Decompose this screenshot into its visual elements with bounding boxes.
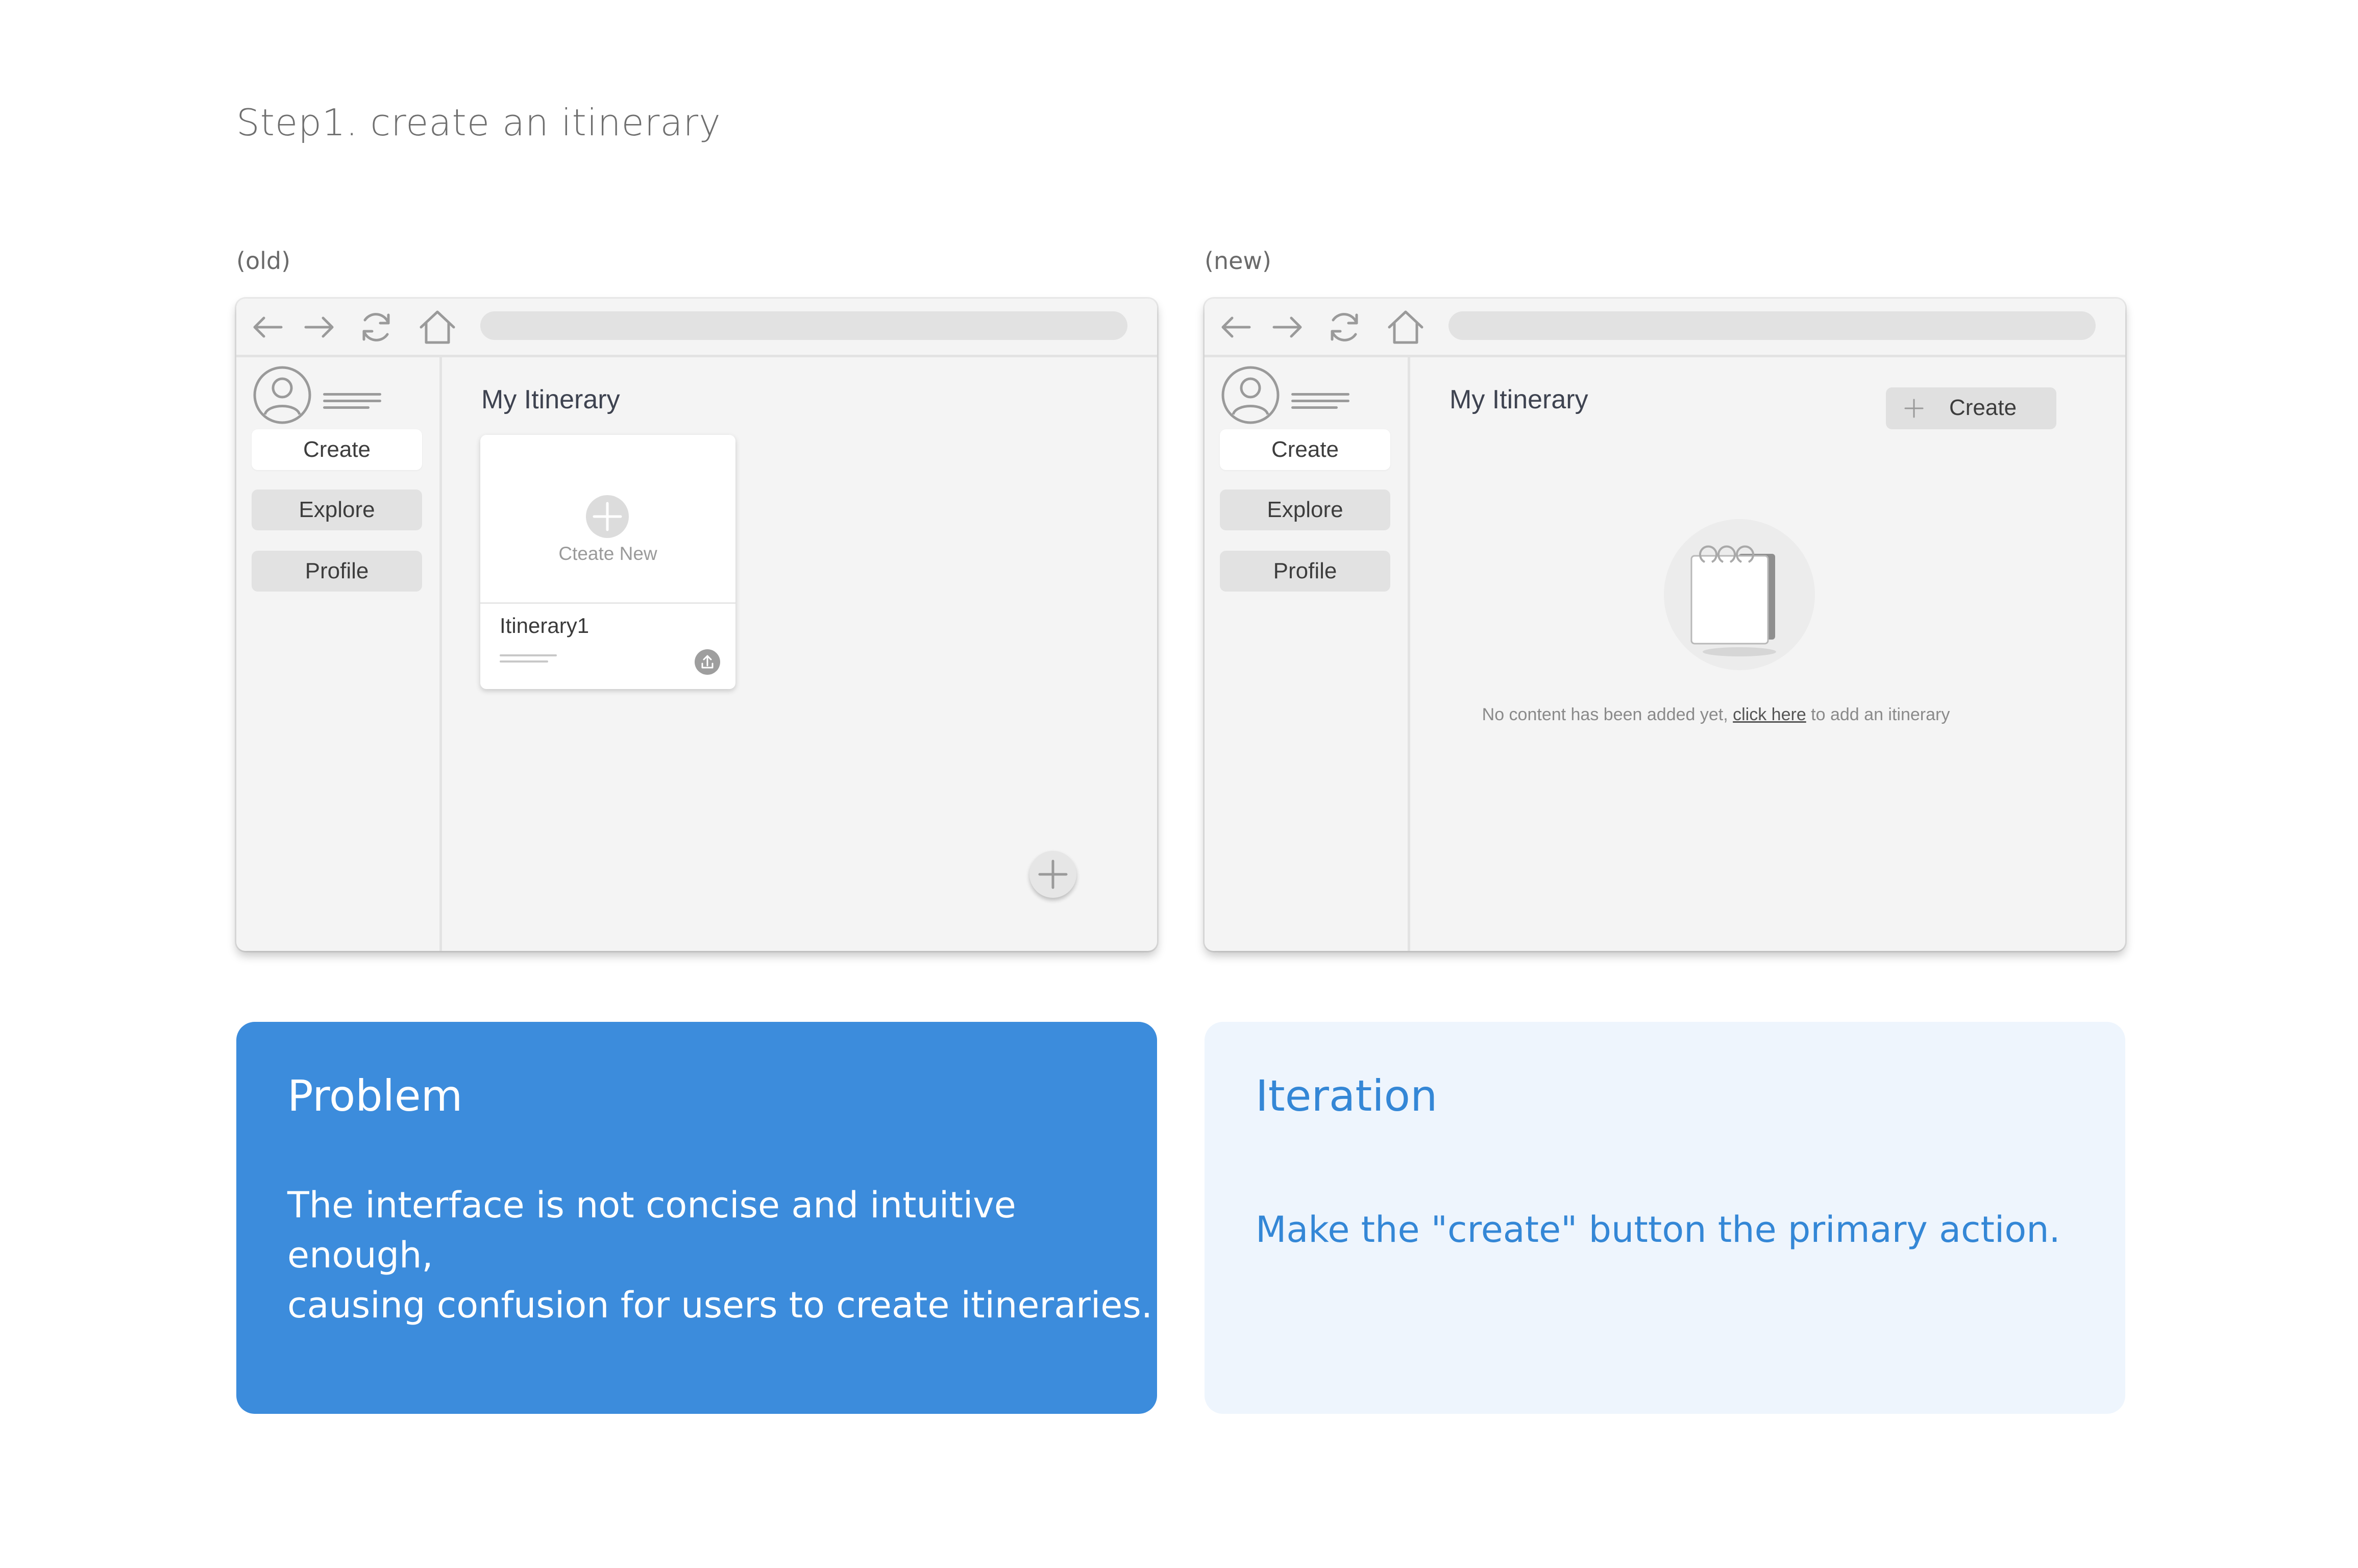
sidebar: Create Explore Profile bbox=[236, 357, 442, 951]
new-version-label: (new) bbox=[1205, 247, 1271, 275]
empty-state-text-before: No content has been added yet, bbox=[1482, 705, 1733, 724]
problem-body: The interface is not concise and intuiti… bbox=[287, 1180, 1157, 1330]
forward-arrow-icon[interactable] bbox=[1266, 306, 1309, 349]
content-title: My Itinerary bbox=[481, 385, 620, 414]
create-new-label: Cteate New bbox=[558, 543, 657, 564]
address-bar[interactable] bbox=[480, 311, 1127, 340]
username-placeholder bbox=[323, 393, 381, 410]
problem-body-line-1: The interface is not concise and intuiti… bbox=[287, 1184, 1016, 1276]
old-browser-window: Create Explore Profile My Itinerary Ctea… bbox=[236, 299, 1157, 951]
sidebar-item-explore[interactable]: Explore bbox=[1220, 489, 1390, 530]
sidebar-item-explore[interactable]: Explore bbox=[252, 489, 422, 530]
iteration-panel: Iteration Make the "create" button the p… bbox=[1205, 1022, 2125, 1414]
old-version-label: (old) bbox=[236, 247, 291, 275]
plus-icon bbox=[1902, 397, 1926, 420]
home-icon[interactable] bbox=[416, 306, 459, 349]
click-here-link[interactable]: click here bbox=[1733, 705, 1806, 724]
floating-add-button[interactable] bbox=[1029, 851, 1076, 898]
problem-body-line-2: causing confusion for users to create it… bbox=[287, 1284, 1153, 1326]
sidebar-item-profile[interactable]: Profile bbox=[1220, 551, 1390, 592]
problem-panel: Problem The interface is not concise and… bbox=[236, 1022, 1157, 1414]
page-title: Step1. create an itinerary bbox=[236, 101, 721, 144]
itinerary-description-placeholder bbox=[500, 654, 557, 667]
sidebar: Create Explore Profile bbox=[1205, 357, 1410, 951]
back-arrow-icon[interactable] bbox=[1215, 306, 1258, 349]
iteration-heading: Iteration bbox=[1256, 1071, 1438, 1121]
new-browser-window: Create Explore Profile My Itinerary Crea… bbox=[1205, 299, 2125, 951]
notebook-icon bbox=[1663, 518, 1816, 671]
iteration-body: Make the "create" button the primary act… bbox=[1256, 1209, 2060, 1251]
itinerary-card[interactable]: Cteate New Itinerary1 bbox=[480, 435, 735, 689]
browser-toolbar bbox=[1205, 299, 2125, 357]
share-icon[interactable] bbox=[695, 649, 720, 675]
sidebar-item-create[interactable]: Create bbox=[252, 429, 422, 470]
back-arrow-icon[interactable] bbox=[247, 306, 289, 349]
create-new-tile[interactable]: Cteate New bbox=[480, 435, 735, 604]
user-avatar-icon[interactable] bbox=[253, 365, 312, 425]
refresh-icon[interactable] bbox=[355, 306, 398, 349]
forward-arrow-icon[interactable] bbox=[298, 306, 340, 349]
empty-state-message: No content has been added yet, click her… bbox=[1205, 705, 2125, 725]
empty-state-text-after: to add an itinerary bbox=[1806, 705, 1950, 724]
itinerary-title: Itinerary1 bbox=[500, 614, 590, 638]
plus-icon bbox=[586, 495, 629, 538]
user-avatar-icon[interactable] bbox=[1221, 365, 1280, 425]
sidebar-item-create[interactable]: Create bbox=[1220, 429, 1390, 470]
sidebar-item-profile[interactable]: Profile bbox=[252, 551, 422, 592]
problem-heading: Problem bbox=[287, 1071, 463, 1121]
content-title: My Itinerary bbox=[1450, 385, 1588, 414]
home-icon[interactable] bbox=[1384, 306, 1427, 349]
create-button[interactable]: Create bbox=[1886, 387, 2056, 429]
refresh-icon[interactable] bbox=[1323, 306, 1366, 349]
browser-toolbar bbox=[236, 299, 1157, 357]
username-placeholder bbox=[1291, 393, 1349, 410]
create-button-label: Create bbox=[1949, 395, 2017, 420]
address-bar[interactable] bbox=[1448, 311, 2096, 340]
